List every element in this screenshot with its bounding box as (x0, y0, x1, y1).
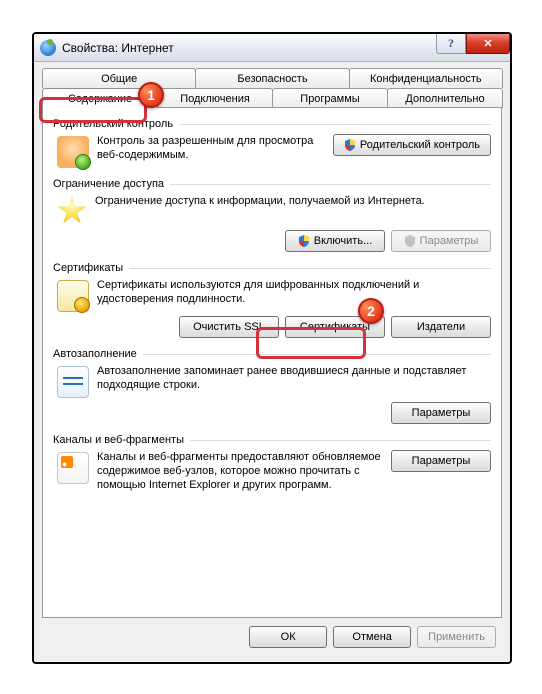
certificates-button[interactable]: Сертификаты (285, 316, 385, 338)
cancel-button[interactable]: Отмена (333, 626, 411, 648)
feeds-params-button[interactable]: Параметры (391, 450, 491, 472)
internet-options-icon (40, 40, 56, 56)
group-title-feeds: Каналы и веб-фрагменты (53, 434, 184, 446)
autocomplete-icon (57, 366, 89, 398)
uac-shield-icon (344, 139, 356, 151)
feeds-desc: Каналы и веб-фрагменты предоставляют обн… (97, 450, 383, 492)
clear-ssl-button[interactable]: Очистить SSL (179, 316, 279, 338)
tab-content[interactable]: Содержание (42, 88, 158, 108)
content-advisor-icon (57, 196, 87, 226)
tab-general[interactable]: Общие (42, 68, 196, 88)
tab-advanced[interactable]: Дополнительно (387, 88, 503, 108)
help-button[interactable]: ? (436, 34, 466, 54)
parental-control-icon (57, 136, 89, 168)
tab-security[interactable]: Безопасность (195, 68, 349, 88)
tab-connections[interactable]: Подключения (157, 88, 273, 108)
dialog-buttons: ОК Отмена Применить (42, 618, 502, 654)
tab-panel-content: Родительский контроль Контроль за разреш… (42, 107, 502, 618)
publishers-button[interactable]: Издатели (391, 316, 491, 338)
uac-shield-icon (404, 235, 416, 247)
feeds-icon (57, 452, 89, 484)
parental-control-button[interactable]: Родительский контроль (333, 134, 491, 156)
certs-desc: Сертификаты используются для шифрованных… (97, 278, 491, 306)
autofill-params-button[interactable]: Параметры (391, 402, 491, 424)
autofill-desc: Автозаполнение запоминает ранее вводивши… (97, 364, 491, 392)
dialog-window: Свойства: Интернет ? ✕ Общие Безопасност… (34, 34, 510, 662)
group-title-restrict: Ограничение доступа (53, 178, 164, 190)
parental-desc: Контроль за разрешенным для просмотра ве… (97, 134, 325, 162)
ok-button[interactable]: ОК (249, 626, 327, 648)
restrict-params-button: Параметры (391, 230, 491, 252)
uac-shield-icon (298, 235, 310, 247)
tab-privacy[interactable]: Конфиденциальность (349, 68, 503, 88)
close-button[interactable]: ✕ (466, 34, 510, 54)
apply-button: Применить (417, 626, 496, 648)
group-title-certs: Сертификаты (53, 262, 123, 274)
certificate-icon (57, 280, 89, 312)
titlebar: Свойства: Интернет ? ✕ (34, 34, 510, 62)
tab-strip: Общие Безопасность Конфиденциальность Со… (42, 68, 502, 108)
group-title-parental: Родительский контроль (53, 118, 173, 130)
restrict-desc: Ограничение доступа к информации, получа… (95, 194, 491, 208)
enable-button[interactable]: Включить... (285, 230, 385, 252)
window-title: Свойства: Интернет (62, 41, 174, 55)
group-title-autofill: Автозаполнение (53, 348, 137, 360)
tab-programs[interactable]: Программы (272, 88, 388, 108)
